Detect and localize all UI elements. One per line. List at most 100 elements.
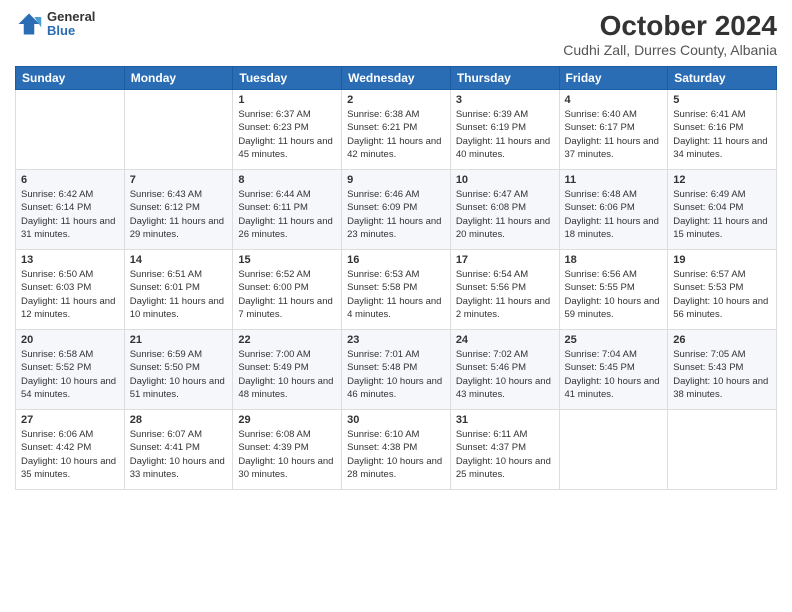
table-row: 29 Sunrise: 6:08 AM Sunset: 4:39 PM Dayli… <box>233 410 342 490</box>
day-info: Sunrise: 6:07 AM Sunset: 4:41 PM Dayligh… <box>130 428 228 481</box>
day-info: Sunrise: 6:06 AM Sunset: 4:42 PM Dayligh… <box>21 428 119 481</box>
page: General Blue October 2024 Cudhi Zall, Du… <box>0 0 792 612</box>
day-number: 7 <box>130 174 228 186</box>
table-row <box>668 410 777 490</box>
col-friday: Friday <box>559 67 668 90</box>
day-number: 19 <box>673 254 771 266</box>
day-info: Sunrise: 7:02 AM Sunset: 5:46 PM Dayligh… <box>456 348 554 401</box>
day-number: 28 <box>130 414 228 426</box>
col-thursday: Thursday <box>450 67 559 90</box>
day-number: 10 <box>456 174 554 186</box>
table-row: 15 Sunrise: 6:52 AM Sunset: 6:00 PM Dayli… <box>233 250 342 330</box>
col-monday: Monday <box>124 67 233 90</box>
col-wednesday: Wednesday <box>342 67 451 90</box>
day-number: 23 <box>347 334 445 346</box>
day-info: Sunrise: 6:08 AM Sunset: 4:39 PM Dayligh… <box>238 428 336 481</box>
day-number: 22 <box>238 334 336 346</box>
day-info: Sunrise: 6:58 AM Sunset: 5:52 PM Dayligh… <box>21 348 119 401</box>
day-info: Sunrise: 6:39 AM Sunset: 6:19 PM Dayligh… <box>456 108 554 161</box>
day-number: 20 <box>21 334 119 346</box>
day-info: Sunrise: 6:38 AM Sunset: 6:21 PM Dayligh… <box>347 108 445 161</box>
table-row: 20 Sunrise: 6:58 AM Sunset: 5:52 PM Dayli… <box>16 330 125 410</box>
table-row <box>559 410 668 490</box>
day-number: 14 <box>130 254 228 266</box>
calendar-week-2: 6 Sunrise: 6:42 AM Sunset: 6:14 PM Daylig… <box>16 170 777 250</box>
day-info: Sunrise: 6:52 AM Sunset: 6:00 PM Dayligh… <box>238 268 336 321</box>
day-number: 17 <box>456 254 554 266</box>
table-row <box>124 90 233 170</box>
calendar: Sunday Monday Tuesday Wednesday Thursday… <box>15 66 777 490</box>
logo-icon <box>15 10 43 38</box>
day-info: Sunrise: 6:37 AM Sunset: 6:23 PM Dayligh… <box>238 108 336 161</box>
day-info: Sunrise: 6:44 AM Sunset: 6:11 PM Dayligh… <box>238 188 336 241</box>
col-tuesday: Tuesday <box>233 67 342 90</box>
day-number: 26 <box>673 334 771 346</box>
title-block: October 2024 Cudhi Zall, Durres County, … <box>563 10 777 58</box>
day-info: Sunrise: 7:04 AM Sunset: 5:45 PM Dayligh… <box>565 348 663 401</box>
day-info: Sunrise: 6:48 AM Sunset: 6:06 PM Dayligh… <box>565 188 663 241</box>
day-number: 6 <box>21 174 119 186</box>
day-number: 15 <box>238 254 336 266</box>
table-row: 1 Sunrise: 6:37 AM Sunset: 6:23 PM Daylig… <box>233 90 342 170</box>
day-info: Sunrise: 6:56 AM Sunset: 5:55 PM Dayligh… <box>565 268 663 321</box>
day-info: Sunrise: 6:47 AM Sunset: 6:08 PM Dayligh… <box>456 188 554 241</box>
calendar-week-5: 27 Sunrise: 6:06 AM Sunset: 4:42 PM Dayli… <box>16 410 777 490</box>
day-number: 2 <box>347 94 445 106</box>
day-number: 16 <box>347 254 445 266</box>
day-number: 12 <box>673 174 771 186</box>
day-number: 1 <box>238 94 336 106</box>
day-info: Sunrise: 7:00 AM Sunset: 5:49 PM Dayligh… <box>238 348 336 401</box>
day-number: 5 <box>673 94 771 106</box>
table-row: 12 Sunrise: 6:49 AM Sunset: 6:04 PM Dayli… <box>668 170 777 250</box>
day-info: Sunrise: 6:10 AM Sunset: 4:38 PM Dayligh… <box>347 428 445 481</box>
table-row: 17 Sunrise: 6:54 AM Sunset: 5:56 PM Dayli… <box>450 250 559 330</box>
day-info: Sunrise: 6:41 AM Sunset: 6:16 PM Dayligh… <box>673 108 771 161</box>
table-row: 31 Sunrise: 6:11 AM Sunset: 4:37 PM Dayli… <box>450 410 559 490</box>
day-info: Sunrise: 6:59 AM Sunset: 5:50 PM Dayligh… <box>130 348 228 401</box>
table-row: 5 Sunrise: 6:41 AM Sunset: 6:16 PM Daylig… <box>668 90 777 170</box>
day-number: 30 <box>347 414 445 426</box>
day-info: Sunrise: 6:53 AM Sunset: 5:58 PM Dayligh… <box>347 268 445 321</box>
month-title: October 2024 <box>563 10 777 42</box>
table-row: 4Sunrise: 6:40 AM Sunset: 6:17 PM Daylig… <box>559 90 668 170</box>
table-row: 23 Sunrise: 7:01 AM Sunset: 5:48 PM Dayli… <box>342 330 451 410</box>
day-number: 4 <box>565 94 663 106</box>
day-number: 3 <box>456 94 554 106</box>
day-info: Sunrise: 7:05 AM Sunset: 5:43 PM Dayligh… <box>673 348 771 401</box>
col-sunday: Sunday <box>16 67 125 90</box>
table-row: 24Sunrise: 7:02 AM Sunset: 5:46 PM Dayli… <box>450 330 559 410</box>
day-number: 9 <box>347 174 445 186</box>
table-row <box>16 90 125 170</box>
day-number: 29 <box>238 414 336 426</box>
table-row: 28 Sunrise: 6:07 AM Sunset: 4:41 PM Dayli… <box>124 410 233 490</box>
calendar-week-4: 20 Sunrise: 6:58 AM Sunset: 5:52 PM Dayli… <box>16 330 777 410</box>
logo: General Blue <box>15 10 95 39</box>
day-info: Sunrise: 6:42 AM Sunset: 6:14 PM Dayligh… <box>21 188 119 241</box>
table-row: 16 Sunrise: 6:53 AM Sunset: 5:58 PM Dayli… <box>342 250 451 330</box>
day-number: 11 <box>565 174 663 186</box>
day-info: Sunrise: 6:46 AM Sunset: 6:09 PM Dayligh… <box>347 188 445 241</box>
day-info: Sunrise: 6:50 AM Sunset: 6:03 PM Dayligh… <box>21 268 119 321</box>
table-row: 11 Sunrise: 6:48 AM Sunset: 6:06 PM Dayli… <box>559 170 668 250</box>
table-row: 13Sunrise: 6:50 AM Sunset: 6:03 PM Dayli… <box>16 250 125 330</box>
logo-text: General Blue <box>47 10 95 39</box>
day-info: Sunrise: 7:01 AM Sunset: 5:48 PM Dayligh… <box>347 348 445 401</box>
logo-general: General <box>47 10 95 24</box>
day-info: Sunrise: 6:49 AM Sunset: 6:04 PM Dayligh… <box>673 188 771 241</box>
table-row: 30 Sunrise: 6:10 AM Sunset: 4:38 PM Dayli… <box>342 410 451 490</box>
table-row: 10 Sunrise: 6:47 AM Sunset: 6:08 PM Dayli… <box>450 170 559 250</box>
table-row: 8Sunrise: 6:44 AM Sunset: 6:11 PM Daylig… <box>233 170 342 250</box>
table-row: 25Sunrise: 7:04 AM Sunset: 5:45 PM Dayli… <box>559 330 668 410</box>
day-number: 27 <box>21 414 119 426</box>
day-info: Sunrise: 6:43 AM Sunset: 6:12 PM Dayligh… <box>130 188 228 241</box>
day-info: Sunrise: 6:11 AM Sunset: 4:37 PM Dayligh… <box>456 428 554 481</box>
logo-blue: Blue <box>47 24 95 38</box>
table-row: 21Sunrise: 6:59 AM Sunset: 5:50 PM Dayli… <box>124 330 233 410</box>
table-row: 3 Sunrise: 6:39 AM Sunset: 6:19 PM Daylig… <box>450 90 559 170</box>
table-row: 26 Sunrise: 7:05 AM Sunset: 5:43 PM Dayli… <box>668 330 777 410</box>
day-number: 18 <box>565 254 663 266</box>
day-number: 31 <box>456 414 554 426</box>
table-row: 7 Sunrise: 6:43 AM Sunset: 6:12 PM Daylig… <box>124 170 233 250</box>
day-info: Sunrise: 6:54 AM Sunset: 5:56 PM Dayligh… <box>456 268 554 321</box>
table-row: 27 Sunrise: 6:06 AM Sunset: 4:42 PM Dayli… <box>16 410 125 490</box>
